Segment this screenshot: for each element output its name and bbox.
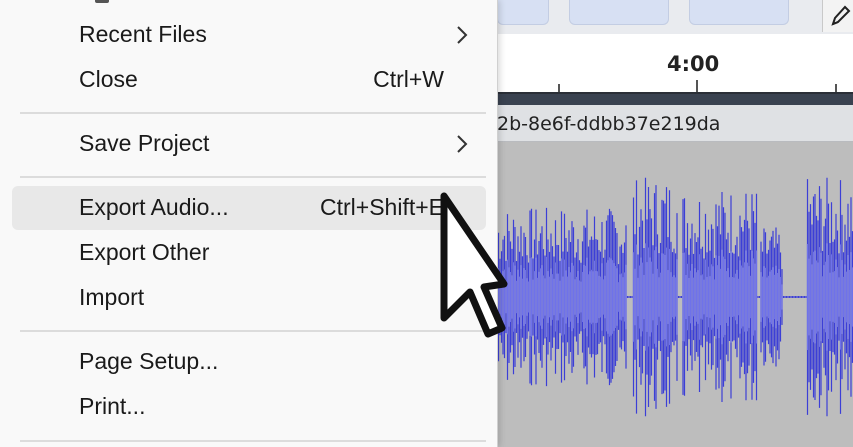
ruler-tick — [558, 84, 560, 92]
menu-item-label: Export Other — [79, 239, 210, 265]
toolbar-button[interactable] — [497, 0, 549, 25]
menu-separator — [20, 440, 486, 442]
menu-item-label: Save Project — [79, 130, 210, 156]
ruler-tick — [835, 84, 837, 92]
menu-item-label: Close — [79, 66, 138, 92]
toolbar-button[interactable] — [569, 0, 669, 25]
waveform — [497, 177, 853, 417]
waveform-area[interactable] — [497, 142, 853, 447]
menu-item-save-project[interactable]: Save Project — [12, 122, 486, 166]
chevron-right-icon — [457, 135, 468, 153]
menu-item-label: Page Setup... — [79, 348, 219, 374]
file-menu: Recent Files Close Ctrl+W Save Project E… — [0, 0, 498, 447]
menu-item-print[interactable]: Print... — [12, 385, 486, 429]
pencil-icon — [831, 5, 851, 26]
chevron-right-icon — [457, 26, 468, 44]
menu-item-page-setup[interactable]: Page Setup... — [12, 340, 486, 384]
menu-item-close[interactable]: Close Ctrl+W — [12, 58, 486, 102]
mouse-pointer-icon — [440, 192, 508, 338]
track-rail — [497, 92, 853, 105]
menu-separator — [20, 112, 486, 114]
toolbar-button[interactable] — [689, 0, 789, 25]
menu-item-fragment — [95, 0, 109, 3]
menu-item-export-other[interactable]: Export Other — [12, 231, 486, 275]
menu-item-shortcut: Ctrl+Shift+E — [320, 194, 444, 220]
ruler-time-label: 4:00 — [667, 52, 720, 76]
menu-item-label: Recent Files — [79, 21, 207, 47]
clip-name: 2b-8e6f-ddbb37e219da — [497, 113, 721, 135]
ruler-tick — [696, 80, 698, 92]
menu-separator — [20, 330, 486, 332]
menu-item-import[interactable]: Import — [12, 276, 486, 320]
draw-tool-button[interactable] — [822, 0, 853, 32]
menu-item-export-audio[interactable]: Export Audio... Ctrl+Shift+E — [12, 186, 486, 230]
menu-separator — [20, 176, 486, 178]
menu-item-shortcut: Ctrl+W — [373, 66, 444, 92]
menu-item-label: Print... — [79, 393, 146, 419]
menu-item-label: Import — [79, 284, 145, 310]
menu-item-label: Export Audio... — [79, 194, 229, 220]
menu-item-recent-files[interactable]: Recent Files — [12, 13, 486, 57]
